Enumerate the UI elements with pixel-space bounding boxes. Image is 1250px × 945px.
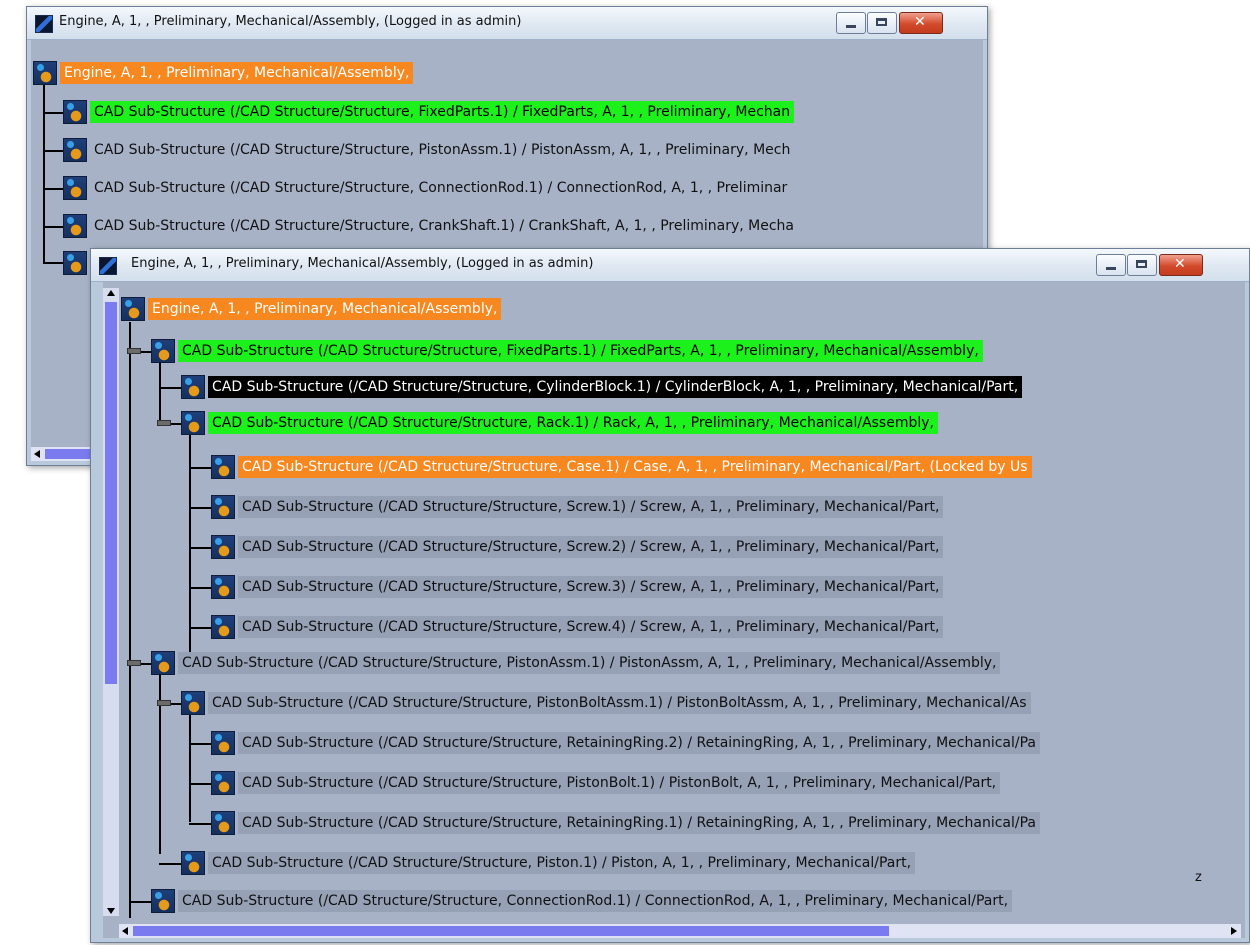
catia-app-icon xyxy=(99,257,117,275)
collapse-icon[interactable] xyxy=(127,660,141,666)
tree-connector xyxy=(129,322,131,918)
tree-connector xyxy=(189,507,211,509)
tree-node-label: CAD Sub-Structure (/CAD Structure/Struct… xyxy=(238,456,1032,478)
tree-node-label: CAD Sub-Structure (/CAD Structure/Struct… xyxy=(208,692,1031,714)
collapse-icon[interactable] xyxy=(157,700,171,706)
minimize-button[interactable] xyxy=(836,12,866,34)
tree-node-label: CAD Sub-Structure (/CAD Structure/Struct… xyxy=(238,536,944,558)
tree-node-label: CAD Sub-Structure (/CAD Structure/Struct… xyxy=(208,852,916,874)
tree-node-label: CAD Sub-Structure (/CAD Structure/Struct… xyxy=(94,142,791,158)
tree-connector xyxy=(189,467,211,469)
tree-node-label: CAD Sub-Structure (/CAD Structure/Struct… xyxy=(208,412,938,434)
tree-node-label: CAD Sub-Structure (/CAD Structure/Struct… xyxy=(238,812,1040,834)
product-assembly-icon xyxy=(63,214,87,238)
close-button[interactable]: ✕ xyxy=(1159,254,1203,276)
part-icon xyxy=(211,615,235,639)
tree-connector xyxy=(129,901,151,903)
tree-connector xyxy=(189,714,191,822)
tree-node-label: CAD Sub-Structure (/CAD Structure/Struct… xyxy=(238,576,944,598)
part-icon xyxy=(181,375,205,399)
tree-connector xyxy=(189,783,211,785)
part-icon xyxy=(211,455,235,479)
tree-connector xyxy=(159,863,181,865)
product-assembly-icon xyxy=(151,339,175,363)
part-icon xyxy=(211,535,235,559)
catia-app-icon xyxy=(35,15,53,33)
front-window[interactable]: Engine, A, 1, , Preliminary, Mechanical/… xyxy=(90,248,1250,943)
part-icon xyxy=(211,771,235,795)
part-icon xyxy=(211,731,235,755)
tree-connector xyxy=(43,112,65,114)
maximize-icon xyxy=(876,18,887,26)
tree-node-label: CAD Sub-Structure (/CAD Structure/Struct… xyxy=(94,218,795,234)
product-assembly-icon xyxy=(63,100,87,124)
tree-node-label: CAD Sub-Structure (/CAD Structure/Struct… xyxy=(94,180,788,196)
back-window-titlebar[interactable]: Engine, A, 1, , Preliminary, Mechanical/… xyxy=(27,7,987,40)
front-tree-view[interactable]: Engine, A, 1, , Preliminary, Mechanical/… xyxy=(103,282,1245,938)
scrollbar-thumb[interactable] xyxy=(105,302,117,684)
tree-connector xyxy=(159,362,161,420)
tree-connector xyxy=(189,823,211,825)
tree-node-label: CAD Sub-Structure (/CAD Structure/Struct… xyxy=(178,340,983,362)
tree-connector xyxy=(43,262,65,264)
product-assembly-icon xyxy=(63,138,87,162)
minimize-button[interactable] xyxy=(1096,254,1126,276)
tree-node-label: CAD Sub-Structure (/CAD Structure/Struct… xyxy=(238,496,944,518)
tree-node-label: Engine, A, 1, , Preliminary, Mechanical/… xyxy=(148,298,502,320)
tree-node-label: CAD Sub-Structure (/CAD Structure/Struct… xyxy=(208,376,1023,398)
tree-connector xyxy=(43,150,65,152)
part-icon xyxy=(211,495,235,519)
part-icon xyxy=(211,575,235,599)
part-icon xyxy=(151,889,175,913)
product-assembly-icon xyxy=(181,691,205,715)
scroll-left-arrow[interactable] xyxy=(34,450,40,458)
maximize-button[interactable] xyxy=(867,12,897,34)
close-button[interactable]: ✕ xyxy=(899,12,943,34)
maximize-icon xyxy=(1136,260,1147,268)
product-assembly-icon xyxy=(33,61,57,85)
tree-connector xyxy=(189,743,211,745)
product-assembly-icon xyxy=(121,297,145,321)
part-icon xyxy=(211,811,235,835)
tree-connector xyxy=(43,188,65,190)
tree-connector xyxy=(159,387,181,389)
tree-node-label: CAD Sub-Structure (/CAD Structure/Struct… xyxy=(178,890,1013,912)
tree-connector xyxy=(189,547,211,549)
scroll-right-arrow[interactable] xyxy=(1231,927,1237,935)
scrollbar-thumb[interactable] xyxy=(133,926,889,936)
tree-node-label: CAD Sub-Structure (/CAD Structure/Struct… xyxy=(238,772,1001,794)
product-assembly-icon xyxy=(63,251,87,275)
tree-node-label: CAD Sub-Structure (/CAD Structure/Struct… xyxy=(238,732,1040,754)
part-icon xyxy=(181,851,205,875)
maximize-button[interactable] xyxy=(1127,254,1157,276)
product-assembly-icon xyxy=(181,411,205,435)
tree-node-label: CAD Sub-Structure (/CAD Structure/Struct… xyxy=(178,652,1001,674)
scroll-down-arrow[interactable] xyxy=(107,908,115,914)
tree-node-label: CAD Sub-Structure (/CAD Structure/Struct… xyxy=(90,101,795,123)
close-icon: ✕ xyxy=(914,14,926,30)
product-assembly-icon xyxy=(63,176,87,200)
minimize-icon xyxy=(1106,267,1116,270)
minimize-icon xyxy=(846,25,856,28)
scroll-left-arrow[interactable] xyxy=(122,927,128,935)
collapse-icon[interactable] xyxy=(127,348,141,354)
tree-connector xyxy=(189,627,211,629)
front-vertical-scrollbar[interactable] xyxy=(103,288,119,916)
tree-connector xyxy=(189,587,211,589)
tree-node-label: CAD Sub-Structure (/CAD Structure/Struct… xyxy=(238,616,944,638)
scroll-up-arrow[interactable] xyxy=(107,290,115,296)
close-icon: ✕ xyxy=(1174,256,1186,272)
compass-axis-label: z xyxy=(1195,870,1202,885)
front-horizontal-scrollbar[interactable] xyxy=(119,924,1241,938)
back-window-title: Engine, A, 1, , Preliminary, Mechanical/… xyxy=(59,14,522,29)
front-window-titlebar[interactable]: Engine, A, 1, , Preliminary, Mechanical/… xyxy=(91,249,1249,282)
tree-connector xyxy=(43,76,45,262)
tree-connector xyxy=(43,226,65,228)
product-assembly-icon xyxy=(151,651,175,675)
tree-node-label: Engine, A, 1, , Preliminary, Mechanical/… xyxy=(60,62,414,84)
collapse-icon[interactable] xyxy=(157,420,171,426)
front-window-title: Engine, A, 1, , Preliminary, Mechanical/… xyxy=(131,256,594,271)
